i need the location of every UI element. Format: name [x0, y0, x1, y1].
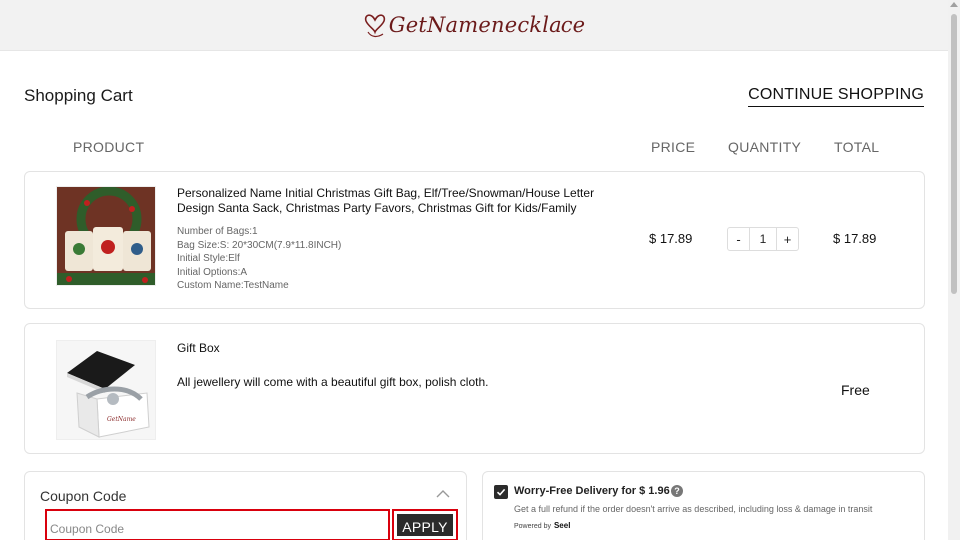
column-header-product: PRODUCT	[73, 139, 145, 155]
product-options: Number of Bags:1 Bag Size:S: 20*30CM(7.9…	[177, 225, 341, 293]
coupon-input[interactable]	[45, 509, 390, 540]
heart-logo-icon	[364, 14, 385, 38]
item-price: $ 17.89	[649, 231, 693, 246]
column-header-quantity: QUANTITY	[728, 139, 802, 155]
product-image-gift-bag[interactable]	[56, 186, 156, 286]
product-description: All jewellery will come with a beautiful…	[177, 375, 489, 389]
site-header: GetNamenecklace	[0, 0, 948, 51]
chevron-up-icon[interactable]	[436, 490, 450, 498]
svg-text:GetName: GetName	[107, 416, 136, 423]
option-line: Initial Style:Elf	[177, 253, 240, 265]
quantity-stepper: - 1 +	[727, 227, 799, 251]
product-name[interactable]: Personalized Name Initial Christmas Gift…	[177, 186, 627, 216]
cart-item: GetName Gift Box All jewellery will come…	[24, 323, 925, 454]
logo-text: GetNamenecklace	[388, 13, 586, 37]
product-image-gift-box[interactable]: GetName	[56, 340, 156, 440]
worry-free-delivery-panel: Worry-Free Delivery for $ 1.96 ? Get a f…	[482, 471, 925, 540]
column-header-price: PRICE	[651, 139, 696, 155]
apply-button-frame: APPLY	[392, 509, 458, 540]
product-name: Gift Box	[177, 341, 220, 355]
delivery-description: Get a full refund if the order doesn't a…	[514, 504, 873, 514]
quantity-decrease-button[interactable]: -	[728, 228, 750, 250]
cart-item: Personalized Name Initial Christmas Gift…	[24, 171, 925, 309]
option-line: Initial Options:A	[177, 266, 248, 278]
seel-brand: Seel	[553, 521, 571, 530]
coupon-panel: Coupon Code APPLY	[24, 471, 467, 540]
continue-shopping-link[interactable]: CONTINUE SHOPPING	[748, 86, 924, 107]
column-header-total: TOTAL	[834, 139, 880, 155]
powered-by-label: Powered by	[514, 523, 551, 530]
option-line: Bag Size:S: 20*30CM(7.9*11.8INCH)	[177, 239, 342, 251]
apply-coupon-button[interactable]: APPLY	[397, 514, 453, 536]
question-icon[interactable]: ?	[671, 485, 683, 497]
page-scrollbar[interactable]	[948, 0, 960, 540]
coupon-label: Coupon Code	[40, 488, 127, 504]
quantity-increase-button[interactable]: +	[776, 228, 798, 250]
checkmark-icon	[496, 488, 506, 496]
gift-bag-picture	[57, 187, 155, 285]
scroll-up-arrow-icon[interactable]	[950, 2, 958, 7]
item-total: $ 17.89	[833, 231, 877, 246]
gift-box-picture: GetName	[57, 341, 155, 439]
option-line: Number of Bags:1	[177, 226, 258, 237]
powered-by: Powered by Seel	[514, 521, 570, 530]
page-title: Shopping Cart	[24, 86, 133, 105]
option-line: Custom Name:TestName	[177, 280, 289, 292]
delivery-checkbox[interactable]	[494, 485, 508, 499]
item-total: Free	[841, 382, 870, 398]
site-logo[interactable]: GetNamenecklace	[363, 10, 586, 40]
scroll-thumb[interactable]	[951, 14, 957, 294]
quantity-value[interactable]: 1	[750, 232, 776, 246]
delivery-title: Worry-Free Delivery for $ 1.96	[514, 485, 670, 497]
cart-page: GetNamenecklace Shopping Cart CONTINUE S…	[0, 0, 960, 540]
